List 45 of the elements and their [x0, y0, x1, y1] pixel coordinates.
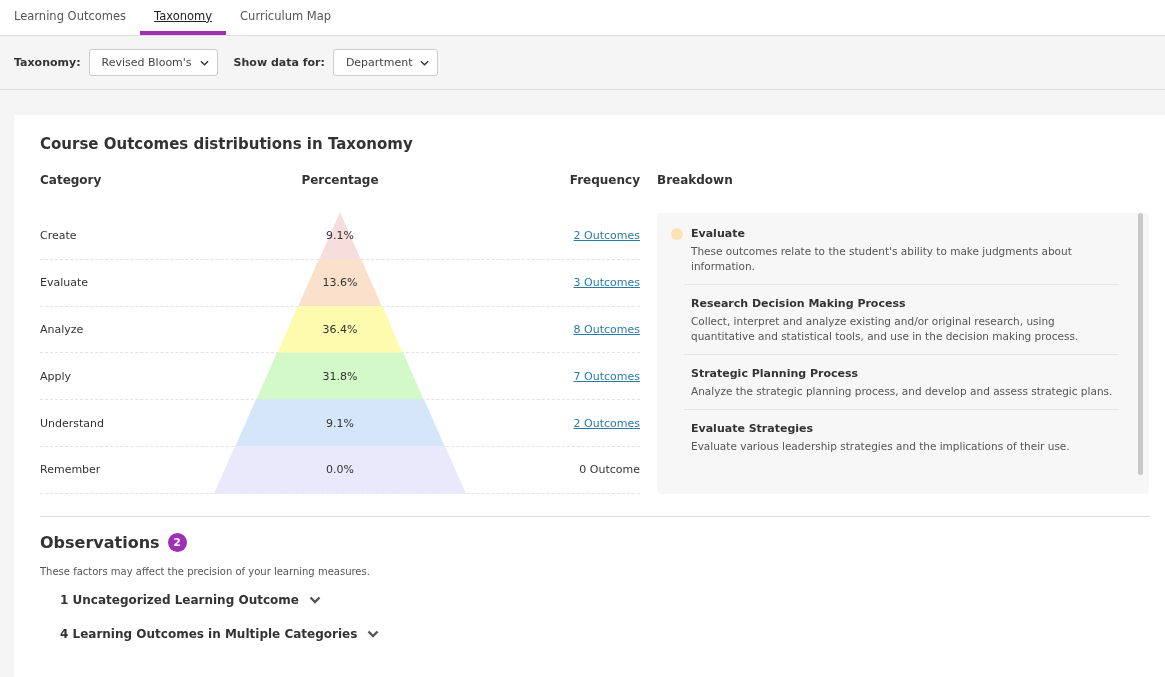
dropdown[interactable]: Revised Bloom's: [88, 49, 218, 76]
chevron-down-icon: [420, 59, 430, 66]
category-description: These outcomes relate to the student's ability to make judgments about information.: [691, 244, 1073, 274]
outcomes-link[interactable]: 3 Outcomes: [573, 276, 640, 290]
section-title: Observations: [40, 533, 160, 552]
category-name: Evaluate: [691, 227, 745, 240]
percentage: 31.8%: [322, 369, 358, 383]
percentage: 36.4%: [322, 323, 358, 336]
percentage: 13.6%: [322, 276, 358, 290]
outcomes-link[interactable]: 2 Outcomes: [573, 416, 640, 430]
count-badge: 2: [167, 533, 187, 552]
column-header: Breakdown: [657, 173, 734, 189]
category-name: Apply: [40, 369, 73, 383]
category-name: Remember: [40, 463, 102, 477]
outcome-name: Evaluate Strategies: [691, 422, 815, 435]
tab[interactable]: Learning Outcomes: [0, 0, 141, 35]
percentage: 9.1%: [326, 229, 354, 243]
percentage: 0.0%: [326, 463, 354, 477]
category-name: Evaluate: [40, 276, 90, 290]
category-name: Understand: [40, 416, 106, 430]
scrollbar[interactable]: [1138, 213, 1143, 475]
outcomes-link[interactable]: 8 Outcomes: [573, 323, 640, 336]
chevron-down-icon: [199, 59, 209, 66]
outcome-count: 0 Outcome: [579, 463, 640, 477]
outcomes-link[interactable]: 2 Outcomes: [573, 229, 640, 243]
filter-label: Taxonomy:: [14, 56, 81, 69]
outcome-description: Analyze the strategic planning process, and develop and assess strategic plans.: [691, 384, 1114, 399]
observations-description: These factors may affect the precision of your learning measures.: [40, 566, 371, 577]
column-header: Percentage: [300, 173, 380, 187]
outcome-description: Evaluate various leadership strategies and the implications of their use.: [691, 439, 1071, 454]
tab[interactable]: Curriculum Map: [226, 0, 346, 35]
column-header: Frequency: [568, 173, 640, 187]
expandable-item[interactable]: 1 Uncategorized Learning Outcome: [60, 593, 321, 607]
category-name: Analyze: [40, 323, 85, 336]
outcomes-link[interactable]: 7 Outcomes: [573, 369, 640, 383]
category-name: Create: [40, 229, 78, 243]
filter-label: Show data for:: [233, 56, 325, 69]
outcome-name: Research Decision Making Process: [691, 297, 907, 310]
column-header: Category: [40, 173, 103, 187]
outcome-description: Collect, interpret and analyze existing and/or original research, using quantitative and statistical tools, and use in the decision making process.: [691, 314, 1080, 344]
dropdown[interactable]: Department: [332, 49, 439, 76]
percentage: 9.1%: [326, 416, 354, 430]
section-title: Course Outcomes distributions in Taxonomy: [40, 135, 414, 153]
outcome-name: Strategic Planning Process: [691, 367, 860, 380]
expandable-item[interactable]: 4 Learning Outcomes in Multiple Categories: [60, 627, 380, 641]
